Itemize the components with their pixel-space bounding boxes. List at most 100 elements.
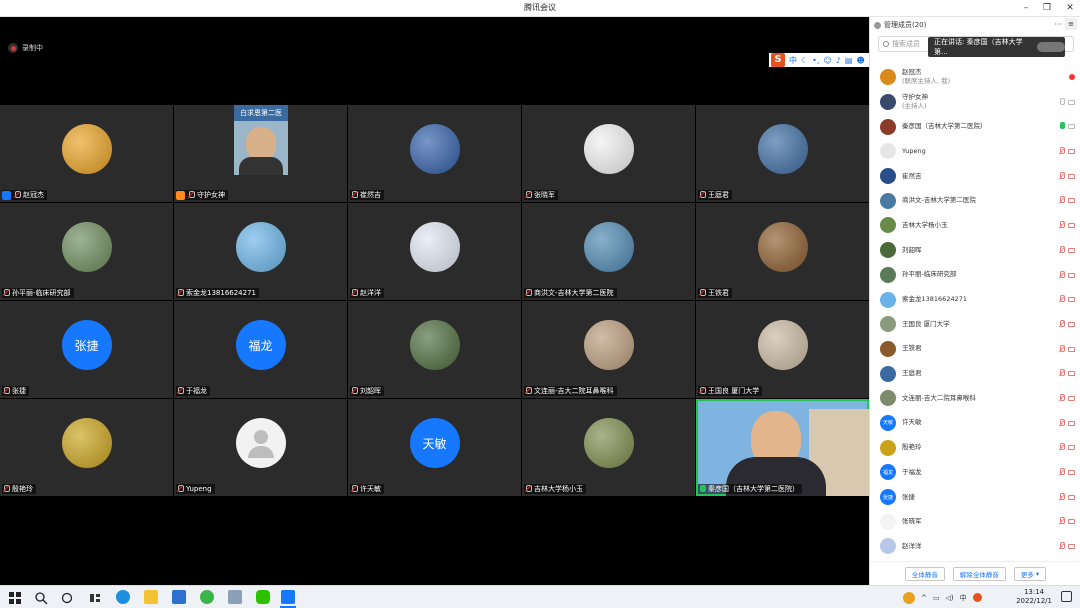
mic-muted-icon[interactable]: [1059, 295, 1065, 303]
mic-muted-icon[interactable]: [1059, 517, 1065, 525]
member-row[interactable]: 福龙 于福龙: [870, 460, 1080, 485]
camera-icon[interactable]: [1068, 395, 1075, 401]
member-row[interactable]: 殷艳玲: [870, 435, 1080, 460]
video-tile[interactable]: 赵洋洋: [348, 203, 521, 300]
video-tile[interactable]: 殷艳玲: [0, 399, 173, 496]
member-row[interactable]: 守护女神 (主持人): [870, 90, 1080, 115]
mic-muted-icon[interactable]: [1059, 147, 1065, 155]
member-row[interactable]: 王铁君: [870, 337, 1080, 362]
camera-icon[interactable]: [1068, 371, 1075, 377]
ime-lang-tray[interactable]: 中: [960, 593, 967, 603]
mic-muted-icon[interactable]: [1059, 171, 1065, 180]
mic-muted-icon[interactable]: [1059, 319, 1065, 328]
app-green-icon[interactable]: [200, 590, 214, 604]
clock[interactable]: 13:14 2022/12/1: [1016, 588, 1052, 606]
video-tile[interactable]: 王国良 厦门大学: [696, 301, 869, 398]
mic-muted-icon[interactable]: [1059, 468, 1065, 476]
sogou-tray-icon[interactable]: [972, 593, 982, 602]
close-icon[interactable]: ✕: [1062, 0, 1078, 17]
member-row[interactable]: 吉林大学杨小玉: [870, 213, 1080, 238]
mute-all-button[interactable]: 全体静音: [904, 566, 945, 581]
video-tile[interactable]: 赵冠杰: [0, 105, 173, 202]
video-tile[interactable]: 张晓军: [522, 105, 695, 202]
widgets-icon[interactable]: [88, 590, 102, 604]
minimize-icon[interactable]: –: [1018, 0, 1034, 17]
member-row[interactable]: 天敏 许天敏: [870, 411, 1080, 436]
member-row[interactable]: 张捷 张捷: [870, 485, 1080, 510]
camera-icon[interactable]: [1068, 99, 1075, 105]
tencent-meeting-icon[interactable]: [281, 590, 295, 604]
camera-icon[interactable]: [1068, 420, 1075, 426]
video-tile[interactable]: 商洪文-吉林大学第二医院: [522, 203, 695, 300]
chevron-up-icon[interactable]: ^: [921, 594, 927, 602]
punct-icon[interactable]: •,: [812, 56, 819, 65]
camera-icon[interactable]: [1068, 198, 1075, 204]
camera-icon[interactable]: [1068, 445, 1075, 451]
member-row[interactable]: 商洪文-吉林大学第二医院: [870, 188, 1080, 213]
restore-icon[interactable]: ❐: [1039, 0, 1055, 17]
mic-muted-icon[interactable]: [1059, 542, 1065, 550]
camera-icon[interactable]: [1068, 173, 1075, 179]
member-row[interactable]: Yupeng: [870, 139, 1080, 164]
mic-muted-icon[interactable]: [1059, 492, 1065, 501]
member-row[interactable]: 刘韶晖: [870, 238, 1080, 263]
edge-icon[interactable]: [116, 590, 130, 604]
moon-icon[interactable]: ☾: [801, 56, 808, 65]
video-tile[interactable]: 文连丽-吉大二院耳鼻喉科: [522, 301, 695, 398]
video-tile[interactable]: Yupeng: [174, 399, 347, 496]
search-taskbar-icon[interactable]: [34, 590, 48, 605]
keyboard-icon[interactable]: ▤: [845, 56, 853, 65]
camera-icon[interactable]: [1068, 247, 1075, 253]
video-tile[interactable]: 王铁君: [696, 203, 869, 300]
member-row[interactable]: 秦彦国（吉林大学第二医院）: [870, 114, 1080, 139]
camera-icon[interactable]: [1068, 346, 1075, 352]
mic-icon[interactable]: [1059, 97, 1065, 106]
user-icon[interactable]: ☻: [856, 56, 864, 65]
mic-on-icon[interactable]: [1059, 122, 1065, 130]
member-row[interactable]: 索金龙13816624271: [870, 287, 1080, 312]
weather-icon[interactable]: [903, 591, 915, 604]
volume-icon[interactable]: ◁): [946, 594, 954, 602]
member-row[interactable]: 王国良 厦门大学: [870, 312, 1080, 337]
mic-muted-icon[interactable]: [1059, 221, 1065, 229]
camera-icon[interactable]: [1068, 321, 1075, 327]
unmute-all-button[interactable]: 解除全体静音: [952, 566, 1006, 581]
mail-icon[interactable]: [172, 590, 186, 604]
task-view-icon[interactable]: [60, 590, 74, 604]
app-gray-icon[interactable]: [228, 590, 242, 604]
camera-icon[interactable]: [1068, 519, 1075, 525]
video-tile[interactable]: 张捷 张捷: [0, 301, 173, 398]
video-tile[interactable]: 崔然吉: [348, 105, 521, 202]
start-icon[interactable]: [8, 590, 22, 604]
camera-icon[interactable]: [1068, 223, 1075, 229]
video-tile[interactable]: 天敏 许天敏: [348, 399, 521, 496]
mic-muted-icon[interactable]: [1059, 393, 1065, 402]
more-button[interactable]: 更多 ▾: [1013, 566, 1047, 581]
member-row[interactable]: 崔然吉: [870, 164, 1080, 189]
camera-icon[interactable]: [1068, 494, 1075, 500]
camera-icon[interactable]: [1068, 544, 1075, 550]
member-row[interactable]: 赵冠杰 (联席主持人, 我): [870, 65, 1080, 90]
mic-muted-icon[interactable]: [1059, 344, 1065, 353]
mic-muted-icon[interactable]: [1059, 196, 1065, 204]
camera-icon[interactable]: [1068, 124, 1075, 130]
camera-icon[interactable]: [1068, 272, 1075, 278]
camera-icon[interactable]: [1068, 149, 1075, 155]
member-row[interactable]: 孙平丽-临床研究部: [870, 263, 1080, 288]
member-row[interactable]: 赵洋洋: [870, 534, 1080, 559]
notification-icon[interactable]: [1061, 591, 1072, 602]
menu-icon[interactable]: ≡: [1065, 18, 1077, 30]
video-tile[interactable]: 王庭君: [696, 105, 869, 202]
file-explorer-icon[interactable]: [144, 590, 158, 604]
video-tile[interactable]: 刘韶晖: [348, 301, 521, 398]
network-icon[interactable]: ▭: [933, 594, 940, 602]
member-row[interactable]: 张晓军: [870, 509, 1080, 534]
member-row[interactable]: 文连丽-吉大二院耳鼻喉科: [870, 386, 1080, 411]
camera-icon[interactable]: [1068, 470, 1075, 475]
mic-muted-icon[interactable]: [1059, 443, 1065, 451]
mic-muted-icon[interactable]: [1059, 418, 1065, 427]
video-tile[interactable]: 福龙 于福龙: [174, 301, 347, 398]
mic-muted-icon[interactable]: [1059, 369, 1065, 377]
video-tile[interactable]: 吉林大学杨小玉: [522, 399, 695, 496]
video-tile[interactable]: 秦彦国（吉林大学第二医院）: [696, 399, 869, 496]
